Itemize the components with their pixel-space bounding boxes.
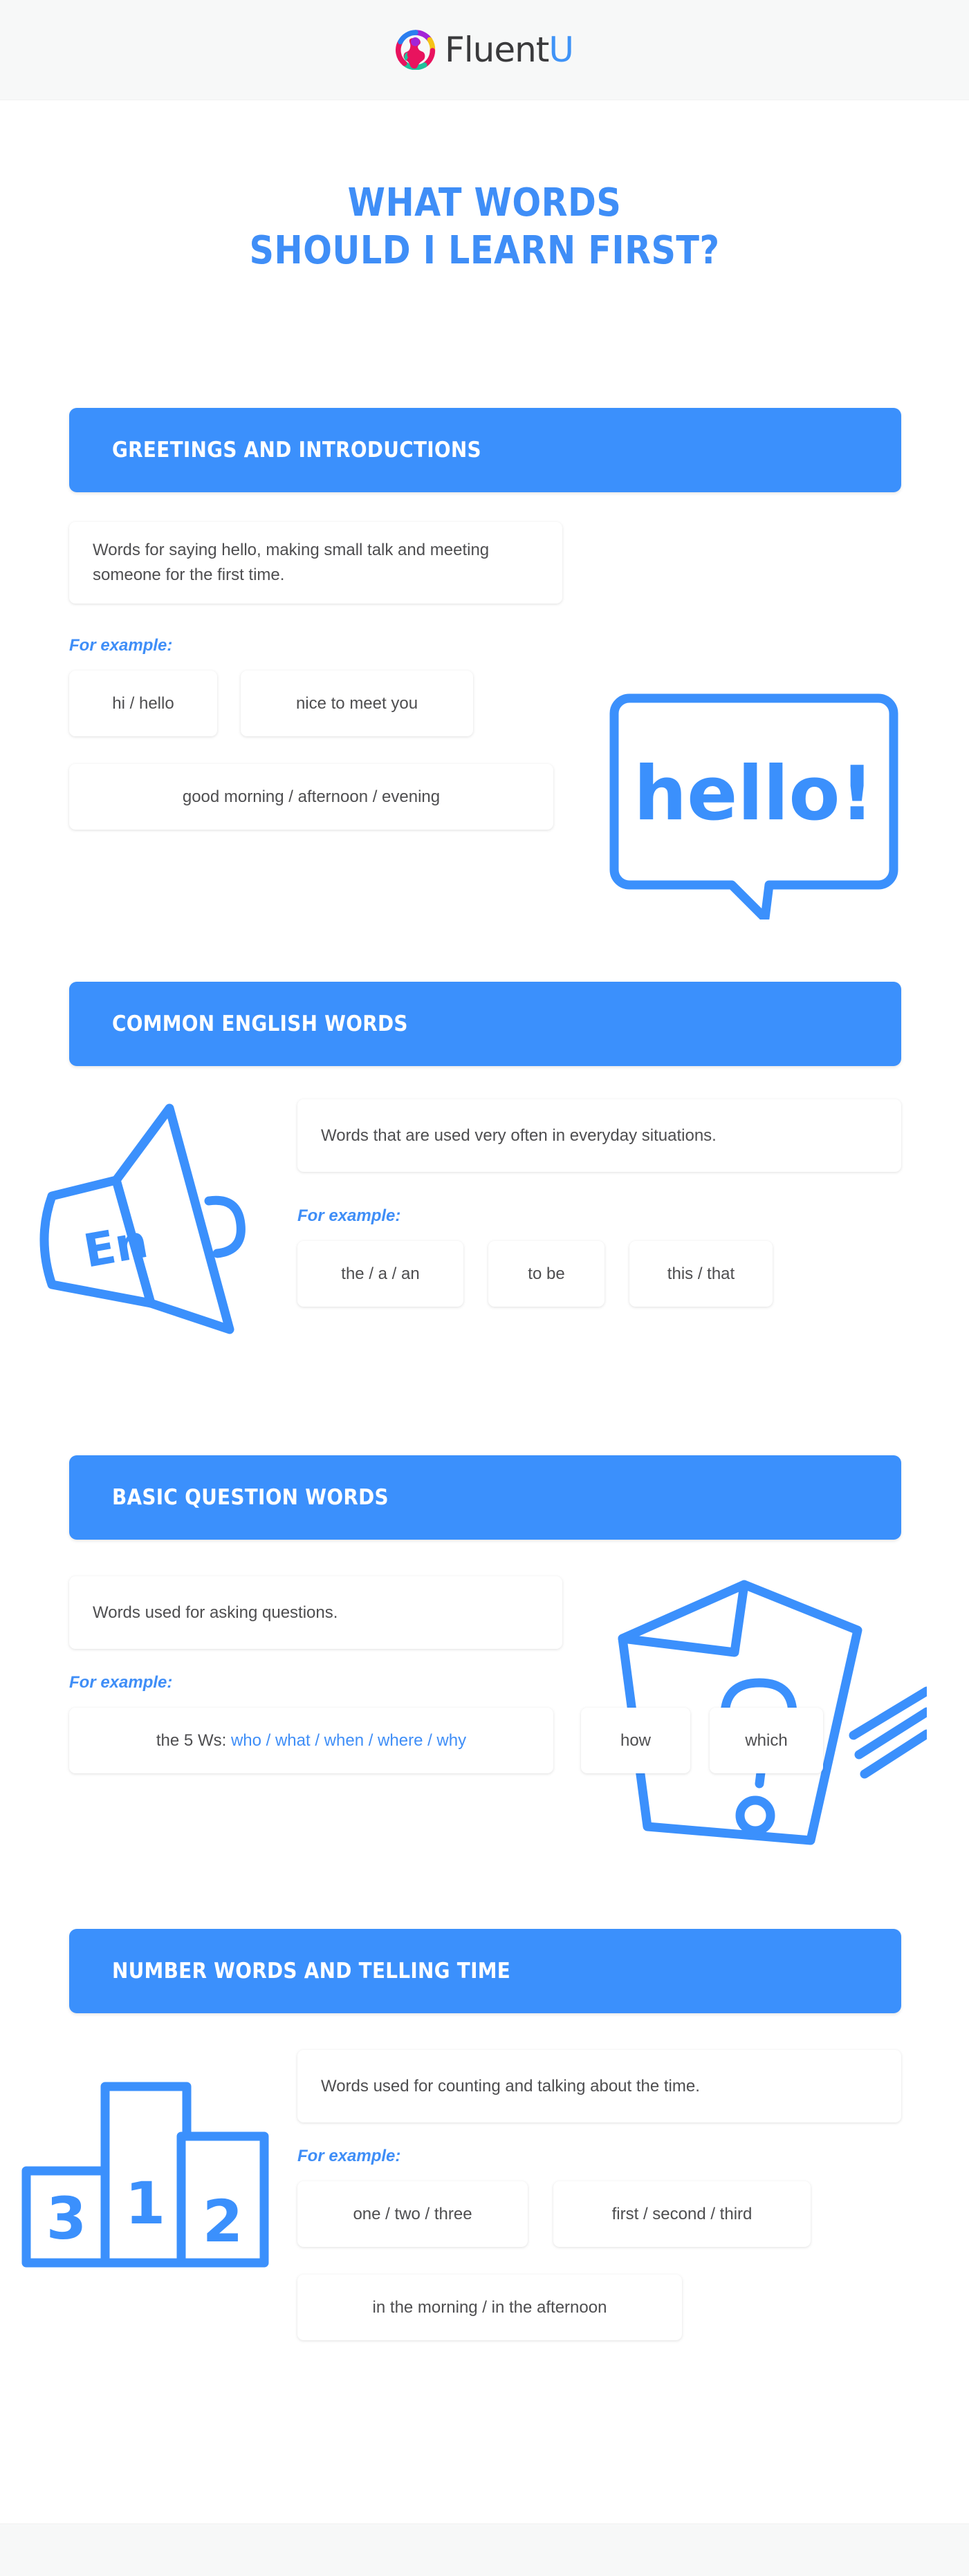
section-description-text: Words for saying hello, making small tal… bbox=[93, 541, 490, 584]
example-chip-label: hi / hello bbox=[112, 693, 174, 713]
section-description-text: Words that are used very often in everyd… bbox=[321, 1126, 717, 1145]
section-header-label: GREETINGS AND INTRODUCTIONS bbox=[112, 438, 481, 463]
example-chip-label: first / second / third bbox=[611, 2204, 753, 2223]
section-header-question-words: BASIC QUESTION WORDS bbox=[69, 1455, 901, 1540]
example-chip[interactable]: this / that bbox=[629, 1241, 773, 1307]
section-basic-question-words: BASIC QUESTION WORDS Words used for aski… bbox=[0, 1455, 969, 1884]
fluentu-globe-icon bbox=[396, 30, 436, 70]
section-greetings-and-introductions: GREETINGS AND INTRODUCTIONS Words for sa… bbox=[0, 408, 969, 920]
section-description-card-greetings: Words for saying hello, making small tal… bbox=[69, 522, 562, 604]
brand-wordmark: FluentU bbox=[444, 30, 574, 70]
podium-ranking-icon: 3 1 2 bbox=[21, 2082, 269, 2268]
section-header-label: COMMON ENGLISH WORDS bbox=[112, 1011, 408, 1036]
section-number-words-and-telling-time: NUMBER WORDS AND TELLING TIME Words used… bbox=[0, 1929, 969, 2371]
brand-name-last: U bbox=[548, 30, 574, 70]
megaphone-label: En bbox=[80, 1215, 151, 1278]
chip-highlight: who / what / when / where / why bbox=[230, 1730, 467, 1750]
for-example-label-greetings: For example: bbox=[69, 636, 173, 655]
section-common-english-words: COMMON ENGLISH WORDS Words that are used… bbox=[0, 982, 969, 1410]
example-chip-label: which bbox=[745, 1730, 788, 1750]
example-chip[interactable]: hi / hello bbox=[69, 671, 217, 736]
example-chip-label: this / that bbox=[667, 1264, 735, 1283]
section-header-label: BASIC QUESTION WORDS bbox=[112, 1485, 389, 1510]
example-chip-label: nice to meet you bbox=[295, 693, 418, 713]
example-chip[interactable]: nice to meet you bbox=[241, 671, 473, 736]
section-header-number-words: NUMBER WORDS AND TELLING TIME bbox=[69, 1929, 901, 2013]
example-chip[interactable]: how bbox=[581, 1708, 690, 1773]
page-title-line-1: WHAT WORDS bbox=[347, 180, 622, 225]
example-chip[interactable]: good morning / afternoon / evening bbox=[69, 764, 553, 830]
example-chip[interactable]: the 5 Ws: who / what / when / where / wh… bbox=[69, 1708, 553, 1773]
example-chip-label: how bbox=[620, 1730, 652, 1750]
example-chip-label: the 5 Ws: who / what / when / where / wh… bbox=[156, 1731, 466, 1751]
example-chip-label: one / two / three bbox=[353, 2204, 472, 2223]
podium-label-third: 3 bbox=[46, 2185, 86, 2252]
for-example-label-common-words: For example: bbox=[297, 1206, 401, 1225]
page-title: WHAT WORDS SHOULD I LEARN FIRST? bbox=[58, 180, 911, 275]
infographic-canvas: WHAT WORDS SHOULD I LEARN FIRST? GREETIN… bbox=[0, 100, 969, 2523]
podium-label-second: 2 bbox=[203, 2187, 243, 2255]
page-title-line-2: SHOULD I LEARN FIRST? bbox=[249, 227, 720, 273]
example-chip[interactable]: the / a / an bbox=[297, 1241, 463, 1307]
example-chip-label: to be bbox=[528, 1264, 565, 1283]
section-header-label: NUMBER WORDS AND TELLING TIME bbox=[112, 1959, 511, 1984]
chip-prefix: the 5 Ws: bbox=[156, 1730, 231, 1750]
section-description-card-number-words: Words used for counting and talking abou… bbox=[297, 2050, 901, 2122]
section-description-text: Words used for counting and talking abou… bbox=[321, 2076, 700, 2096]
example-chip[interactable]: to be bbox=[488, 1241, 605, 1307]
podium-label-first: 1 bbox=[125, 2169, 165, 2237]
for-example-label-question-words: For example: bbox=[69, 1673, 173, 1692]
brand-name-first: Fluent bbox=[444, 30, 549, 70]
footer-band bbox=[0, 2523, 969, 2576]
brand-bar: FluentU bbox=[0, 0, 969, 100]
fluentu-logo[interactable]: FluentU bbox=[396, 30, 574, 70]
example-chip[interactable]: first / second / third bbox=[553, 2181, 811, 2247]
megaphone-en-icon: En bbox=[39, 1103, 246, 1334]
example-chip-label: the / a / an bbox=[341, 1264, 420, 1283]
example-chip[interactable]: in the morning / in the afternoon bbox=[297, 2275, 682, 2340]
example-chip-label: good morning / afternoon / evening bbox=[182, 787, 441, 806]
section-header-common-words: COMMON ENGLISH WORDS bbox=[69, 982, 901, 1066]
section-description-card-common-words: Words that are used very often in everyd… bbox=[297, 1099, 901, 1172]
speech-bubble-text: hello! bbox=[634, 751, 874, 837]
example-chip[interactable]: which bbox=[710, 1708, 823, 1773]
section-description-card-question-words: Words used for asking questions. bbox=[69, 1576, 562, 1649]
for-example-label-number-words: For example: bbox=[297, 2147, 401, 2165]
section-description-text: Words used for asking questions. bbox=[93, 1603, 338, 1622]
example-chip-label: in the morning / in the afternoon bbox=[372, 2297, 607, 2317]
section-header-greetings: GREETINGS AND INTRODUCTIONS bbox=[69, 408, 901, 492]
example-chip[interactable]: one / two / three bbox=[297, 2181, 528, 2247]
speech-bubble-hello-icon: hello! bbox=[609, 693, 898, 920]
